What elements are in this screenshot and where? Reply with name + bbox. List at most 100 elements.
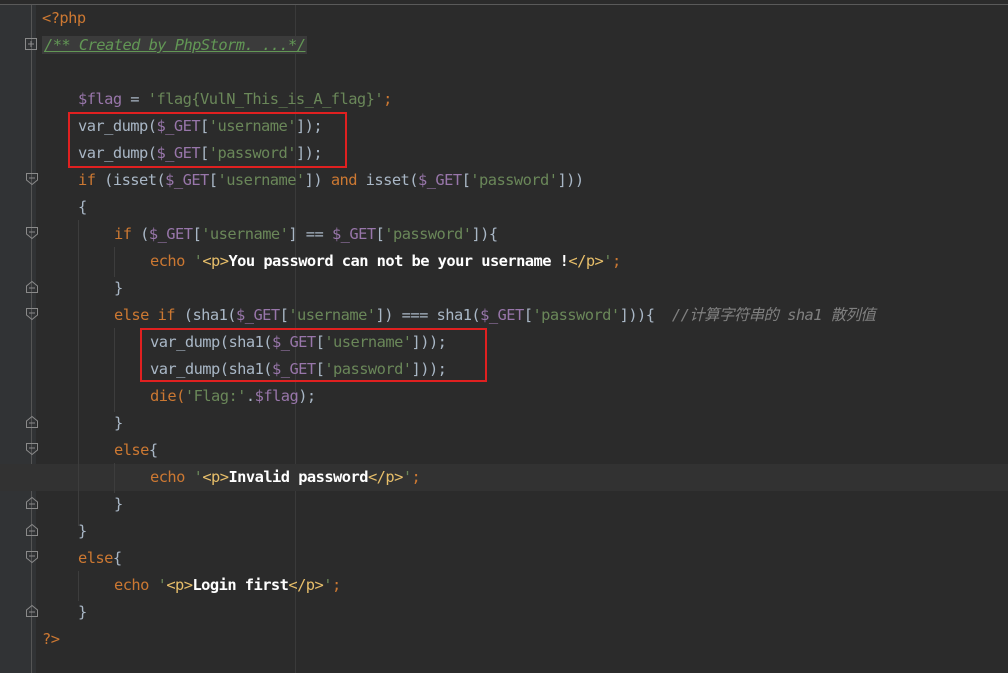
token-comment: //计算字符串的 sha1 散列值 — [671, 306, 876, 324]
token-html-tag: <p> — [202, 468, 229, 486]
token-punct: ]) — [304, 171, 331, 189]
token-keyword: if — [114, 225, 132, 243]
code-line-12[interactable]: else if (sha1($_GET['username']) === sha… — [114, 302, 876, 329]
token-function: sha1( — [427, 306, 481, 324]
token-function: (isset( — [95, 171, 166, 189]
token-string: ' — [323, 576, 332, 594]
token-keyword: else — [114, 441, 149, 459]
token-html-text: Login first — [192, 576, 289, 594]
fold-start-icon[interactable] — [25, 172, 39, 186]
code-line-23[interactable]: } — [78, 599, 87, 626]
token-variable: $flag — [78, 90, 122, 108]
token-punct: ]) — [375, 306, 402, 324]
code-line-20[interactable]: } — [78, 518, 87, 545]
token-punct: ])){ — [619, 306, 672, 324]
fold-start-icon[interactable] — [25, 226, 39, 240]
token-brace: } — [114, 279, 123, 297]
code-line-7[interactable]: if (isset($_GET['username']) and isset($… — [78, 167, 584, 194]
code-line-9[interactable]: if ($_GET['username'] == $_GET['password… — [114, 221, 498, 248]
token-string: 'password' — [532, 306, 620, 324]
code-line-22[interactable]: echo '<p>Login first</p>'; — [114, 572, 341, 599]
fold-end-icon[interactable] — [25, 523, 39, 537]
token-variable: $flag — [254, 387, 299, 405]
token-operator: = — [121, 90, 148, 108]
token-string: ' — [184, 252, 203, 270]
token-punct: [ — [375, 225, 385, 243]
token-punct: ); — [298, 387, 316, 405]
code-line-19[interactable]: } — [114, 491, 123, 518]
code-line-4[interactable]: $flag = 'flag{VulN_This_is_A_flag}'; — [78, 86, 392, 113]
code-line-16[interactable]: } — [114, 410, 123, 437]
token-html-text: Invalid password — [228, 468, 368, 486]
token-variable: $_GET — [236, 306, 280, 324]
token-html-text: You password can not be your username ! — [228, 252, 569, 270]
indent-guide — [114, 463, 115, 493]
token-string: ' — [184, 468, 203, 486]
token-variable: $_GET — [165, 171, 209, 189]
token-operator: . — [245, 387, 255, 405]
highlight-box-var-dump-sha1 — [140, 328, 487, 382]
fold-end-icon[interactable] — [25, 604, 39, 618]
code-line-10[interactable]: echo '<p>You password can not be your us… — [150, 248, 621, 275]
code-line-24[interactable]: ?> — [42, 626, 60, 653]
fold-start-icon[interactable] — [25, 307, 39, 321]
code-line-21[interactable]: else{ — [78, 545, 122, 572]
token-string: 'username' — [288, 306, 376, 324]
token-function: isset( — [356, 171, 419, 189]
token-punct: ; — [383, 90, 392, 108]
collapsed-doc-comment[interactable]: /** Created by PhpStorm. ...*/ — [42, 36, 308, 54]
token-operator: ] == — [288, 225, 332, 243]
token-string: 'username' — [201, 225, 289, 243]
php-close-tag: ?> — [42, 630, 60, 648]
token-punct: ]){ — [471, 225, 498, 243]
code-line-17[interactable]: else{ — [114, 437, 158, 464]
token-punct: [ — [461, 171, 471, 189]
token-punct: ; — [331, 576, 341, 594]
token-brace: } — [114, 495, 123, 513]
code-editor[interactable]: <?php /** Created by PhpStorm. ...*/ $fl… — [0, 0, 1008, 673]
token-punct: ; — [411, 468, 421, 486]
token-string: 'flag{VulN_This_is_A_flag}' — [147, 90, 384, 108]
token-keyword: else — [78, 549, 113, 567]
code-line-8[interactable]: { — [78, 194, 87, 221]
token-string: ' — [603, 252, 612, 270]
token-variable: $_GET — [148, 225, 193, 243]
token-html-tag: </p> — [568, 252, 604, 270]
token-keyword: else if — [114, 306, 176, 324]
code-line-2[interactable]: /** Created by PhpStorm. ...*/ — [42, 32, 308, 59]
fold-start-icon[interactable] — [25, 442, 39, 456]
fold-end-icon[interactable] — [25, 496, 39, 510]
token-string: 'password' — [470, 171, 558, 189]
code-line-15[interactable]: die('Flag:'.$flag); — [150, 383, 316, 410]
fold-expand-icon[interactable] — [24, 37, 38, 51]
token-keyword: and — [330, 171, 358, 189]
token-keyword: echo — [150, 468, 185, 486]
fold-end-icon[interactable] — [25, 280, 39, 294]
php-open-tag: <?php — [42, 9, 86, 27]
token-string: ' — [148, 576, 167, 594]
token-function: (sha1( — [175, 306, 237, 324]
token-html-tag: </p> — [367, 468, 403, 486]
token-brace: } — [78, 603, 87, 621]
fold-end-icon[interactable] — [25, 415, 39, 429]
token-punct: ; — [612, 252, 621, 270]
token-keyword: die( — [150, 387, 185, 405]
fold-start-icon[interactable] — [25, 550, 39, 564]
code-line-11[interactable]: } — [114, 275, 123, 302]
token-variable: $_GET — [417, 171, 462, 189]
token-string: ' — [402, 468, 412, 486]
token-keyword: echo — [114, 576, 149, 594]
token-operator: === — [401, 306, 429, 324]
token-html-tag: <p> — [166, 576, 193, 594]
token-punct: ])) — [557, 171, 584, 189]
token-brace: { — [148, 441, 158, 459]
indent-guide — [78, 571, 79, 601]
token-html-tag: </p> — [288, 576, 324, 594]
code-line-18[interactable]: echo '<p>Invalid password</p>'; — [150, 464, 421, 491]
token-brace: { — [78, 198, 87, 216]
highlight-box-var-dump-get — [68, 112, 347, 168]
code-line-1[interactable]: <?php — [42, 5, 86, 32]
token-brace: } — [78, 522, 87, 540]
token-string: 'Flag:' — [184, 387, 247, 405]
token-keyword: echo — [150, 252, 185, 270]
